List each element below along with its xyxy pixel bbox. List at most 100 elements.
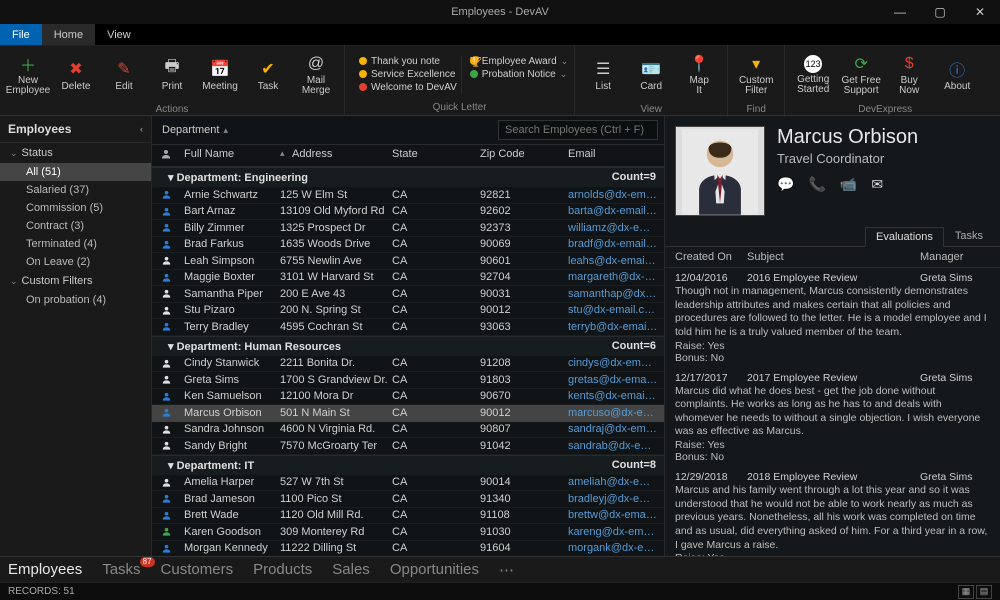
col-email-header[interactable]: Email bbox=[568, 148, 664, 163]
nav-employees[interactable]: Employees bbox=[8, 561, 82, 578]
cell-email[interactable]: stu@dx-email.com bbox=[568, 304, 664, 316]
tab-evaluations[interactable]: Evaluations bbox=[865, 227, 944, 247]
cell-email[interactable]: leahs@dx-email.com bbox=[568, 255, 664, 267]
collapse-icon[interactable]: ‹ bbox=[140, 124, 143, 134]
group-by-button[interactable]: Department▴ bbox=[158, 122, 232, 138]
cell-email[interactable]: morgank@dx-email.com bbox=[568, 542, 664, 554]
eval-col-date[interactable]: Created On bbox=[675, 251, 747, 263]
table-row[interactable]: Sandra Johnson4600 N Virginia Rd.CA90807… bbox=[152, 422, 664, 439]
sidebar-item[interactable]: Commission (5) bbox=[0, 199, 151, 217]
mail-icon[interactable]: ✉ bbox=[871, 176, 883, 193]
sidebar-item[interactable]: Terminated (4) bbox=[0, 235, 151, 253]
nav-more[interactable]: ⋯ bbox=[499, 561, 514, 579]
sidebar-group[interactable]: ⌄ Status bbox=[0, 143, 151, 163]
table-row[interactable]: Morgan Kennedy11222 Dilling StCA91604mor… bbox=[152, 541, 664, 557]
col-avatar-header[interactable] bbox=[152, 148, 180, 163]
mail-merge-button[interactable]: @Mail Merge bbox=[294, 48, 338, 102]
cell-email[interactable]: williamz@dx-email.com bbox=[568, 222, 664, 234]
col-zip-header[interactable]: Zip Code bbox=[480, 148, 568, 163]
cell-email[interactable]: sandrab@dx-email.com bbox=[568, 440, 664, 452]
getting-started-button[interactable]: 123Getting Started bbox=[791, 48, 835, 102]
map-it-button[interactable]: 📍Map It bbox=[677, 48, 721, 102]
view-btn-a[interactable]: ▦ bbox=[958, 585, 974, 599]
cell-email[interactable]: bradleyj@dx-email.com bbox=[568, 493, 664, 505]
nav-tasks[interactable]: Tasks87 bbox=[102, 561, 140, 578]
quick-probation[interactable]: Probation Notice ⌄ bbox=[470, 69, 568, 80]
table-row[interactable]: Sandy Bright7570 McGroarty TerCA91042san… bbox=[152, 438, 664, 455]
task-button[interactable]: ✔Task bbox=[246, 48, 290, 102]
card-view-button[interactable]: 🪪Card bbox=[629, 48, 673, 102]
evaluation-item[interactable]: 12/17/20172017 Employee ReviewGreta Sims… bbox=[675, 368, 990, 468]
group-row[interactable]: ▾ Department: ITCount=8 bbox=[152, 455, 664, 475]
tab-home[interactable]: Home bbox=[42, 24, 95, 45]
table-row[interactable]: Karen Goodson309 Monterey RdCA91030karen… bbox=[152, 524, 664, 541]
search-input[interactable] bbox=[498, 120, 658, 140]
cell-email[interactable]: terryb@dx-email.com bbox=[568, 321, 664, 333]
table-row[interactable]: Stu Pizaro200 N. Spring StCA90012stu@dx-… bbox=[152, 303, 664, 320]
meeting-button[interactable]: 📅Meeting bbox=[198, 48, 242, 102]
sidebar-item[interactable]: On Leave (2) bbox=[0, 253, 151, 271]
minimize-button[interactable]: — bbox=[880, 0, 920, 24]
cell-email[interactable]: bradf@dx-email.com bbox=[568, 238, 664, 250]
table-row[interactable]: Maggie Boxter3101 W Harvard StCA92704mar… bbox=[152, 270, 664, 287]
nav-opportunities[interactable]: Opportunities bbox=[390, 561, 479, 578]
table-row[interactable]: Greta Sims1700 S Grandview Dr.CA91803gre… bbox=[152, 372, 664, 389]
group-row[interactable]: ▾ Department: EngineeringCount=9 bbox=[152, 167, 664, 187]
maximize-button[interactable]: ▢ bbox=[920, 0, 960, 24]
table-row[interactable]: Billy Zimmer1325 Prospect DrCA92373willi… bbox=[152, 220, 664, 237]
table-row[interactable]: Brad Jameson1100 Pico StCA91340bradleyj@… bbox=[152, 491, 664, 508]
evaluation-item[interactable]: 12/04/20162016 Employee ReviewGreta Sims… bbox=[675, 268, 990, 368]
about-button[interactable]: ⓘAbout bbox=[935, 48, 979, 102]
table-row[interactable]: Arnie Schwartz125 W Elm StCA92821arnolds… bbox=[152, 187, 664, 204]
table-row[interactable]: Terry Bradley4595 Cochran StCA93063terry… bbox=[152, 319, 664, 336]
buy-now-button[interactable]: $Buy Now bbox=[887, 48, 931, 102]
phone-icon[interactable]: 📞 bbox=[808, 176, 825, 193]
free-support-button[interactable]: ⟳Get Free Support bbox=[839, 48, 883, 102]
quick-award[interactable]: 🏆Employee Award ⌄ bbox=[470, 56, 568, 67]
cell-email[interactable]: margareth@dx-email.com bbox=[568, 271, 664, 283]
nav-sales[interactable]: Sales bbox=[332, 561, 370, 578]
sidebar-item[interactable]: Contract (3) bbox=[0, 217, 151, 235]
cell-email[interactable]: samanthap@dx-email.com bbox=[568, 288, 664, 300]
table-row[interactable]: Bart Arnaz13109 Old Myford RdCA92602bart… bbox=[152, 204, 664, 221]
cell-email[interactable]: ameliah@dx-email.com bbox=[568, 476, 664, 488]
nav-customers[interactable]: Customers bbox=[161, 561, 234, 578]
table-row[interactable]: Amelia Harper527 W 7th StCA90014ameliah@… bbox=[152, 475, 664, 492]
col-address-header[interactable]: Address bbox=[292, 148, 392, 163]
table-row[interactable]: Marcus Orbison501 N Main StCA90012marcus… bbox=[152, 405, 664, 422]
cell-email[interactable]: arnolds@dx-email.com bbox=[568, 189, 664, 201]
cell-email[interactable]: barta@dx-email.com bbox=[568, 205, 664, 217]
list-view-button[interactable]: ☰List bbox=[581, 48, 625, 102]
cell-email[interactable]: brettw@dx-email.com bbox=[568, 509, 664, 521]
new-employee-button[interactable]: ＋New Employee bbox=[6, 48, 50, 102]
close-button[interactable]: ✕ bbox=[960, 0, 1000, 24]
quick-thank-you[interactable]: Thank you note bbox=[359, 56, 457, 67]
col-name-header[interactable]: Full Name bbox=[180, 148, 280, 163]
sidebar-item[interactable]: On probation (4) bbox=[0, 291, 151, 309]
cell-email[interactable]: kents@dx-email.com bbox=[568, 390, 664, 402]
tab-view[interactable]: View bbox=[95, 24, 143, 45]
chat-icon[interactable]: 💬 bbox=[777, 176, 794, 193]
quick-welcome[interactable]: Welcome to DevAV bbox=[359, 82, 457, 93]
table-row[interactable]: Brett Wade1120 Old Mill Rd.CA91108brettw… bbox=[152, 508, 664, 525]
cell-email[interactable]: gretas@dx-email.com bbox=[568, 374, 664, 386]
table-row[interactable]: Brad Farkus1635 Woods DriveCA90069bradf@… bbox=[152, 237, 664, 254]
table-row[interactable]: Samantha Piper200 E Ave 43CA90031samanth… bbox=[152, 286, 664, 303]
eval-col-subject[interactable]: Subject bbox=[747, 251, 920, 263]
custom-filter-button[interactable]: ▾Custom Filter bbox=[734, 48, 778, 102]
nav-products[interactable]: Products bbox=[253, 561, 312, 578]
table-row[interactable]: Cindy Stanwick2211 Bonita Dr.CA91208cind… bbox=[152, 356, 664, 373]
sidebar-item[interactable]: Salaried (37) bbox=[0, 181, 151, 199]
tab-file[interactable]: File bbox=[0, 24, 42, 45]
evaluation-item[interactable]: 12/29/20182018 Employee ReviewGreta Sims… bbox=[675, 467, 990, 556]
video-icon[interactable]: 📹 bbox=[840, 176, 857, 193]
group-row[interactable]: ▾ Department: Human ResourcesCount=6 bbox=[152, 336, 664, 356]
cell-email[interactable]: sandraj@dx-email.com bbox=[568, 423, 664, 435]
print-button[interactable]: 🖶Print bbox=[150, 48, 194, 102]
table-row[interactable]: Ken Samuelson12100 Mora DrCA90670kents@d… bbox=[152, 389, 664, 406]
cell-email[interactable]: kareng@dx-email.com bbox=[568, 526, 664, 538]
eval-col-manager[interactable]: Manager bbox=[920, 251, 990, 263]
col-state-header[interactable]: State bbox=[392, 148, 480, 163]
sidebar-item[interactable]: All (51) bbox=[0, 163, 151, 181]
sidebar-group[interactable]: ⌄ Custom Filters bbox=[0, 271, 151, 291]
